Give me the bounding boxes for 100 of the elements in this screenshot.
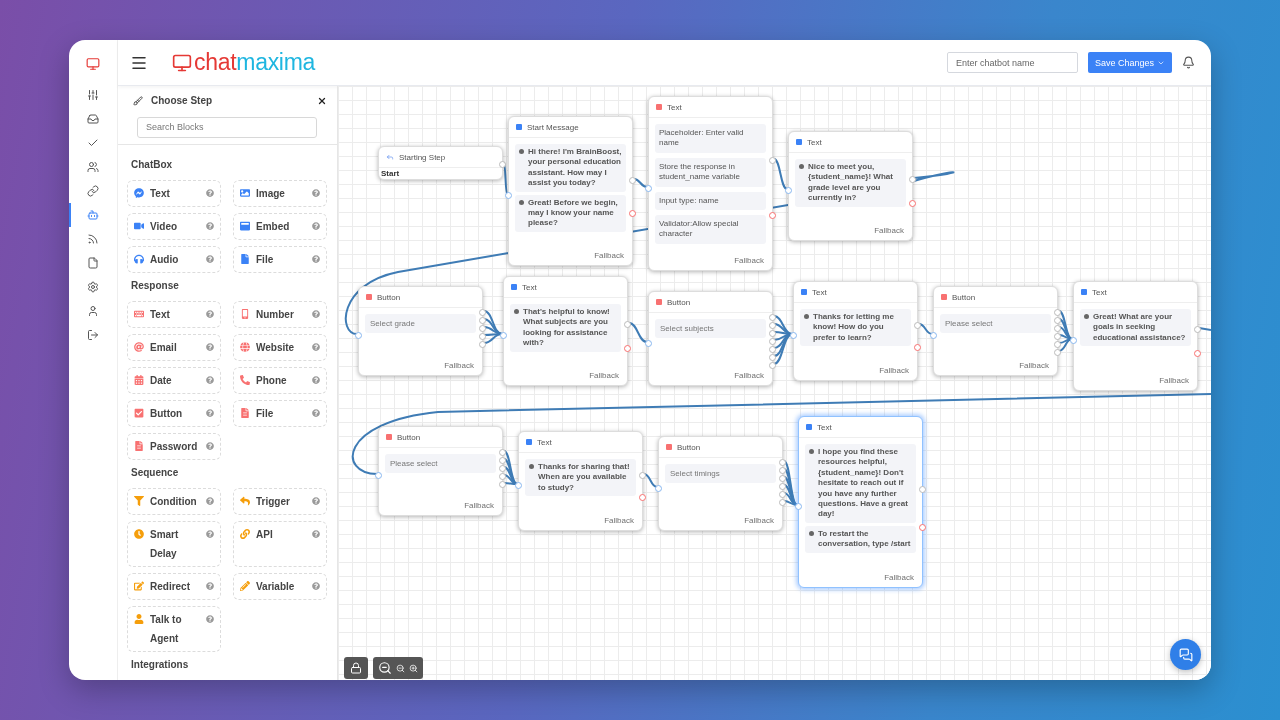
zoom-out-icon[interactable] xyxy=(396,663,405,673)
close-icon[interactable] xyxy=(317,95,327,106)
flow-node[interactable]: Text Nice to meet you, {student_name}! What grade level are you currently in? Fallback xyxy=(788,131,913,241)
block-item[interactable]: Button xyxy=(127,399,221,427)
help-icon[interactable] xyxy=(312,342,320,351)
help-icon[interactable] xyxy=(206,342,214,351)
flow-node[interactable]: Starting Step Start xyxy=(378,146,503,180)
fallback-handle[interactable] xyxy=(919,524,926,531)
help-icon[interactable] xyxy=(206,581,214,590)
block-item[interactable]: Phone xyxy=(233,366,327,394)
search-field[interactable]: Search Blocks xyxy=(137,116,317,138)
input-handle[interactable] xyxy=(1070,337,1077,344)
help-icon[interactable] xyxy=(206,496,214,505)
input-setting: Input type: name xyxy=(655,191,766,210)
output-handle[interactable] xyxy=(499,161,506,168)
input-handle[interactable] xyxy=(505,192,512,199)
output-handle[interactable] xyxy=(914,322,921,329)
help-icon[interactable] xyxy=(206,408,214,417)
flow-node[interactable]: Text Thanks for sharing that! When are you available to study? Fallback xyxy=(518,431,643,531)
input-handle[interactable] xyxy=(645,185,652,192)
help-icon[interactable] xyxy=(312,529,320,538)
block-item[interactable]: Password xyxy=(127,432,221,460)
output-handle[interactable] xyxy=(1194,326,1201,333)
bell-icon[interactable] xyxy=(1182,56,1195,69)
flow-node[interactable]: Text Placeholder: Enter valid name Store the response in student_name variable Input type: name Validator:Allow special character Fallback xyxy=(648,96,773,271)
zoom-in-icon[interactable] xyxy=(409,663,418,673)
block-item[interactable]: Variable xyxy=(233,572,327,600)
flow-node[interactable]: Text Thanks for letting me know! How do you prefer to learn? Fallback xyxy=(793,281,918,381)
output-handle[interactable] xyxy=(639,472,646,479)
block-item[interactable]: Smart Delay xyxy=(127,520,221,567)
flow-node[interactable]: Text That's helpful to know! What subjects are you looking for assistance with? Fallback xyxy=(503,276,628,386)
block-item[interactable]: Email xyxy=(127,333,221,361)
input-handle[interactable] xyxy=(515,482,522,489)
flow-node[interactable]: Button Select subjects Fallback xyxy=(648,291,773,386)
block-item[interactable]: Video xyxy=(127,212,221,240)
help-icon[interactable] xyxy=(206,309,214,318)
block-item[interactable]: Date xyxy=(127,366,221,394)
flow-node[interactable]: Button Select timings Fallback xyxy=(658,436,783,531)
input-handle[interactable] xyxy=(655,485,662,492)
flow-node[interactable]: Button Please select Fallback xyxy=(378,426,503,516)
block-item[interactable]: API xyxy=(233,520,327,567)
flow-node[interactable]: Start Message Hi there! I'm BrainBoost, your personal education assistant. How may I assist you today? Great! Before we begin, may I know your name please? Fallback xyxy=(508,116,633,266)
input-handle[interactable] xyxy=(790,332,797,339)
flow-node[interactable]: Text Great! What are your goals in seeking educational assistance? Fallback xyxy=(1073,281,1198,391)
help-icon[interactable] xyxy=(206,375,214,384)
fallback-handle[interactable] xyxy=(769,212,776,219)
output-handle[interactable] xyxy=(909,176,916,183)
save-changes-button[interactable]: Save Changes xyxy=(1088,52,1172,73)
fallback-handle[interactable] xyxy=(624,345,631,352)
block-item[interactable]: Redirect xyxy=(127,572,221,600)
help-icon[interactable] xyxy=(312,408,320,417)
input-handle[interactable] xyxy=(785,187,792,194)
block-item[interactable]: Embed xyxy=(233,212,327,240)
input-handle[interactable] xyxy=(795,503,802,510)
fallback-handle[interactable] xyxy=(639,494,646,501)
output-handle[interactable] xyxy=(769,157,776,164)
output-handle[interactable] xyxy=(919,486,926,493)
block-item[interactable]: Talk to Agent xyxy=(127,605,221,652)
fallback-handle[interactable] xyxy=(1194,350,1201,357)
block-item[interactable]: Condition xyxy=(127,487,221,515)
help-icon[interactable] xyxy=(312,375,320,384)
block-item[interactable]: Trigger xyxy=(233,487,327,515)
output-handle[interactable] xyxy=(629,177,636,184)
help-icon[interactable] xyxy=(312,309,320,318)
fallback-handle[interactable] xyxy=(629,210,636,217)
chatbot-name-field[interactable]: Enter chatbot name xyxy=(947,52,1078,73)
block-item[interactable]: Number xyxy=(233,300,327,328)
flow-node[interactable]: Button Please select Fallback xyxy=(933,286,1058,376)
help-icon[interactable] xyxy=(312,254,320,263)
input-handle[interactable] xyxy=(930,332,937,339)
help-icon[interactable] xyxy=(206,614,214,623)
block-item[interactable]: Text xyxy=(127,179,221,207)
input-handle[interactable] xyxy=(500,332,507,339)
lock-button[interactable] xyxy=(344,657,368,679)
zoom-out-icon[interactable] xyxy=(378,661,392,675)
input-handle[interactable] xyxy=(375,472,382,479)
chat-button[interactable] xyxy=(1170,639,1201,670)
input-handle[interactable] xyxy=(355,332,362,339)
block-item[interactable]: Audio xyxy=(127,245,221,273)
flow-node[interactable]: Text I hope you find these resources helpful, {student_name}! Don't hesitate to reach out if you have any further questions. Have a great day! To restart the conversation, type /start Fallback xyxy=(798,416,923,588)
help-icon[interactable] xyxy=(312,496,320,505)
help-icon[interactable] xyxy=(206,441,214,450)
input-handle[interactable] xyxy=(645,340,652,347)
help-icon[interactable] xyxy=(312,581,320,590)
help-icon[interactable] xyxy=(312,188,320,197)
block-item[interactable]: Text xyxy=(127,300,221,328)
fallback-handle[interactable] xyxy=(909,200,916,207)
block-item[interactable]: Website xyxy=(233,333,327,361)
block-item[interactable]: File xyxy=(233,245,327,273)
help-icon[interactable] xyxy=(206,188,214,197)
block-item[interactable]: Image xyxy=(233,179,327,207)
zoom-controls[interactable] xyxy=(373,657,423,679)
help-icon[interactable] xyxy=(206,254,214,263)
output-handle[interactable] xyxy=(624,321,631,328)
flow-node[interactable]: Button Select grade Fallback xyxy=(358,286,483,376)
block-item[interactable]: File xyxy=(233,399,327,427)
help-icon[interactable] xyxy=(206,529,214,538)
help-icon[interactable] xyxy=(206,221,214,230)
fallback-handle[interactable] xyxy=(914,344,921,351)
help-icon[interactable] xyxy=(312,221,320,230)
